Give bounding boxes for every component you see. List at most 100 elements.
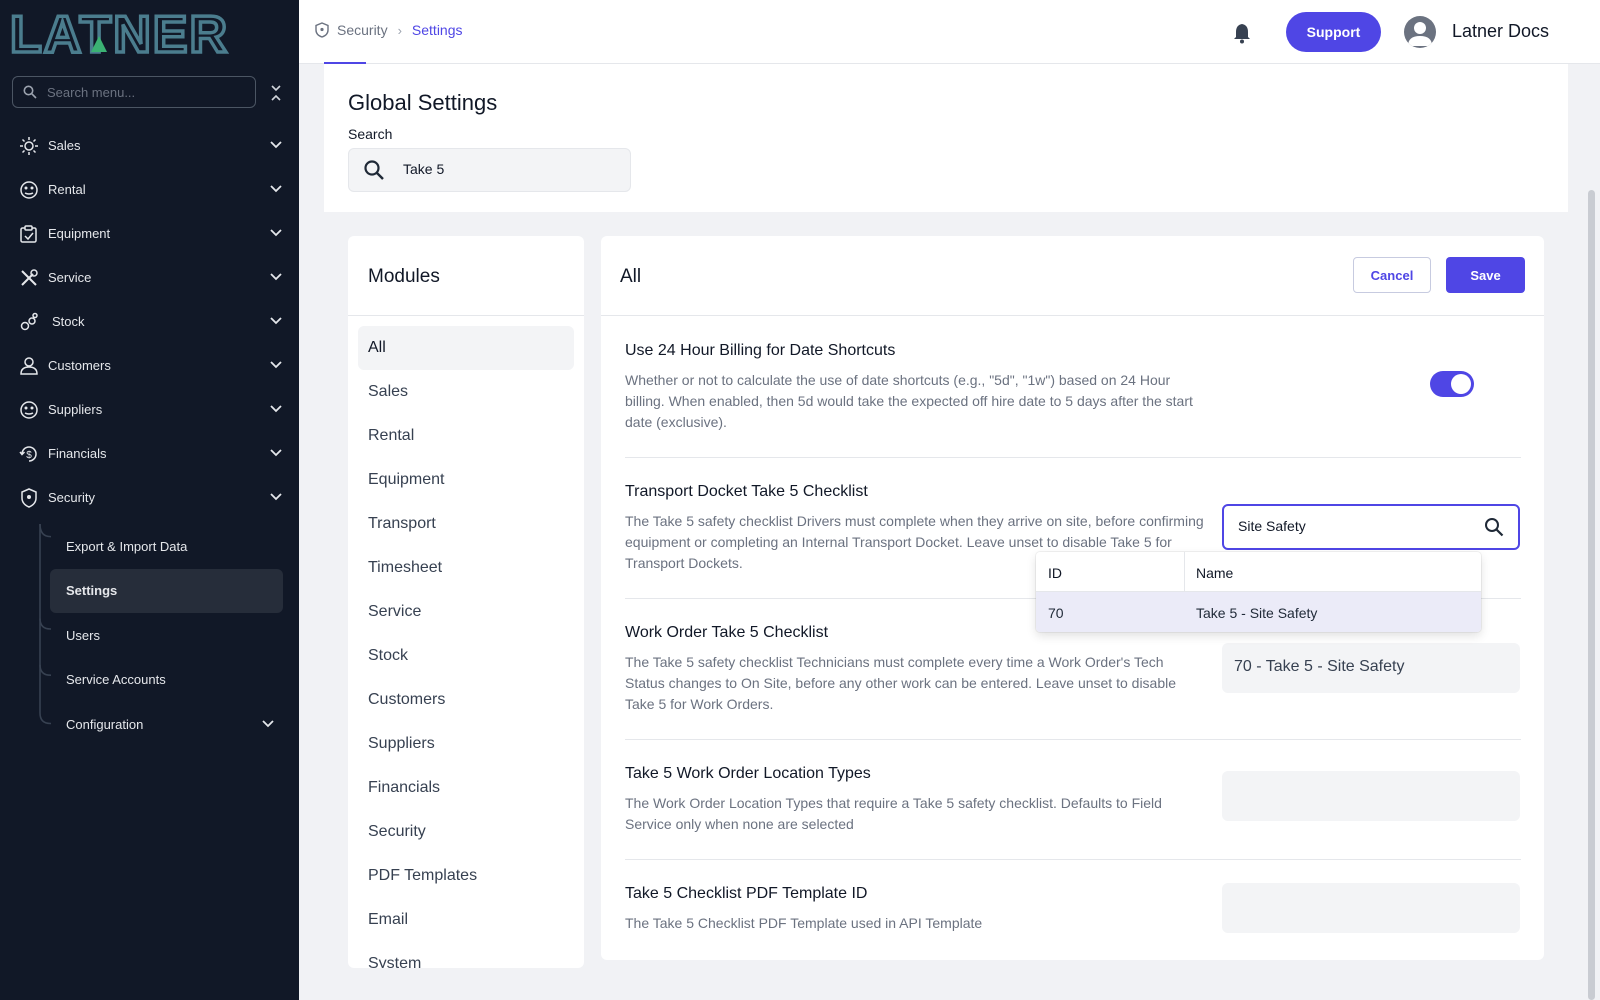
sidebar-item-label: Service <box>48 270 92 285</box>
svg-text:$: $ <box>26 450 32 461</box>
module-suppliers[interactable]: Suppliers <box>358 722 574 766</box>
sidebar-item-label: Rental <box>48 182 86 197</box>
transport-docket-checklist-lookup[interactable] <box>1222 504 1520 550</box>
page-scrollbar[interactable] <box>1588 190 1595 1000</box>
module-customers[interactable]: Customers <box>358 678 574 722</box>
chevron-down-icon <box>270 141 282 149</box>
module-security[interactable]: Security <box>358 810 574 854</box>
module-label: Stock <box>368 647 409 664</box>
avatar[interactable] <box>1404 16 1436 48</box>
modules-title: Modules <box>368 266 440 287</box>
lookup-results-header: ID Name <box>1036 552 1481 592</box>
divider <box>625 859 1521 860</box>
save-button[interactable]: Save <box>1446 257 1525 293</box>
sidebar-item-security[interactable]: Security <box>0 476 299 520</box>
chevron-right-icon: › <box>397 22 402 38</box>
module-label: Equipment <box>368 471 445 488</box>
pdf-template-id-field[interactable] <box>1222 883 1520 933</box>
module-label: Rental <box>368 427 415 444</box>
chevron-down-icon <box>262 720 274 728</box>
setting-description: Whether or not to calculate the use of d… <box>625 372 1193 430</box>
setting-title: Use 24 Hour Billing for Date Shortcuts <box>625 342 896 359</box>
suppliers-icon <box>20 401 38 419</box>
toggle-knob <box>1451 374 1471 394</box>
module-label: Email <box>368 911 409 928</box>
location-types-field[interactable] <box>1222 771 1520 821</box>
search-icon <box>364 160 384 180</box>
module-email[interactable]: Email <box>358 898 574 942</box>
module-timesheet[interactable]: Timesheet <box>358 546 574 590</box>
sidebar-item-rental[interactable]: Rental <box>0 168 299 212</box>
sidebar-subitem-label: Service Accounts <box>66 672 166 687</box>
sidebar-item-stock[interactable]: Stock <box>0 300 299 344</box>
menu-search[interactable] <box>12 76 256 108</box>
financials-icon: $ <box>19 446 37 462</box>
settings-search-input[interactable] <box>403 161 613 177</box>
support-button[interactable]: Support <box>1286 12 1381 52</box>
column-header-id: ID <box>1048 565 1062 581</box>
sidebar-item-financials[interactable]: $ Financials <box>0 432 299 476</box>
transport-docket-checklist-input[interactable] <box>1238 518 1468 534</box>
module-pdf-templates[interactable]: PDF Templates <box>358 854 574 898</box>
module-all[interactable]: All <box>358 326 574 370</box>
sidebar-item-equipment[interactable]: Equipment <box>0 212 299 256</box>
sidebar-item-customers[interactable]: Customers <box>0 344 299 388</box>
sidebar-subitem-settings[interactable]: Settings <box>50 569 283 613</box>
sidebar-subitem-label: Settings <box>66 583 118 598</box>
shield-icon <box>315 22 329 38</box>
module-equipment[interactable]: Equipment <box>358 458 574 502</box>
module-label: PDF Templates <box>368 867 478 884</box>
search-icon[interactable] <box>1484 517 1504 537</box>
24-hour-billing-toggle[interactable] <box>1430 371 1474 397</box>
module-label: Transport <box>368 515 436 532</box>
stock-icon <box>20 312 38 331</box>
sidebar-item-label: Customers <box>48 358 111 373</box>
sidebar-item-service[interactable]: Service <box>0 256 299 300</box>
sidebar-subitem-label: Configuration <box>66 717 144 732</box>
divider <box>625 739 1521 740</box>
sidebar-subitem-service-accounts[interactable]: Service Accounts <box>50 658 283 702</box>
sidebar-item-label: Stock <box>52 314 85 329</box>
module-financials[interactable]: Financials <box>358 766 574 810</box>
module-transport[interactable]: Transport <box>358 502 574 546</box>
column-header-name: Name <box>1196 565 1234 581</box>
customers-icon <box>20 357 38 375</box>
lookup-result-row[interactable]: 70 Take 5 - Site Safety <box>1036 592 1481 632</box>
sidebar-item-sales[interactable]: Sales <box>0 124 299 168</box>
user-name[interactable]: Latner Docs <box>1452 21 1549 42</box>
breadcrumb-settings[interactable]: Settings <box>412 22 463 38</box>
module-label: Suppliers <box>368 735 435 752</box>
module-label: Timesheet <box>368 559 443 576</box>
cancel-button[interactable]: Cancel <box>1353 257 1431 293</box>
sales-icon <box>20 137 38 155</box>
module-service[interactable]: Service <box>358 590 574 634</box>
module-label: Service <box>368 603 422 620</box>
setting-title: Take 5 Work Order Location Types <box>625 765 871 782</box>
chevron-down-icon <box>270 229 282 237</box>
module-system[interactable]: System <box>358 942 574 968</box>
bell-icon[interactable] <box>1232 22 1252 44</box>
setting-title: Work Order Take 5 Checklist <box>625 624 829 641</box>
module-label: System <box>368 955 422 968</box>
top-bar: Security › Settings Support Latner Docs <box>299 0 1600 64</box>
settings-title: All <box>620 266 642 287</box>
module-stock[interactable]: Stock <box>358 634 574 678</box>
user-icon <box>1408 22 1432 46</box>
chevron-down-icon <box>270 273 282 281</box>
menu-search-input[interactable] <box>47 84 237 100</box>
result-name: Take 5 - Site Safety <box>1196 605 1318 621</box>
modules-panel: Modules All Sales Rental Equipment Trans… <box>348 236 584 968</box>
sidebar-subitem-users[interactable]: Users <box>50 614 283 658</box>
sidebar-subitem-configuration[interactable]: Configuration <box>50 703 283 747</box>
sidebar-item-label: Financials <box>48 446 107 461</box>
work-order-checklist-field[interactable]: 70 - Take 5 - Site Safety <box>1222 643 1520 693</box>
collapse-sidebar-icon[interactable] <box>267 82 285 104</box>
settings-search[interactable] <box>348 148 631 192</box>
breadcrumb-security[interactable]: Security <box>337 22 388 38</box>
sidebar-subitem-export-import[interactable]: Export & Import Data <box>50 525 283 569</box>
search-label: Search <box>348 126 393 142</box>
module-label: Security <box>368 823 426 840</box>
sidebar-item-suppliers[interactable]: Suppliers <box>0 388 299 432</box>
module-sales[interactable]: Sales <box>358 370 574 414</box>
module-rental[interactable]: Rental <box>358 414 574 458</box>
